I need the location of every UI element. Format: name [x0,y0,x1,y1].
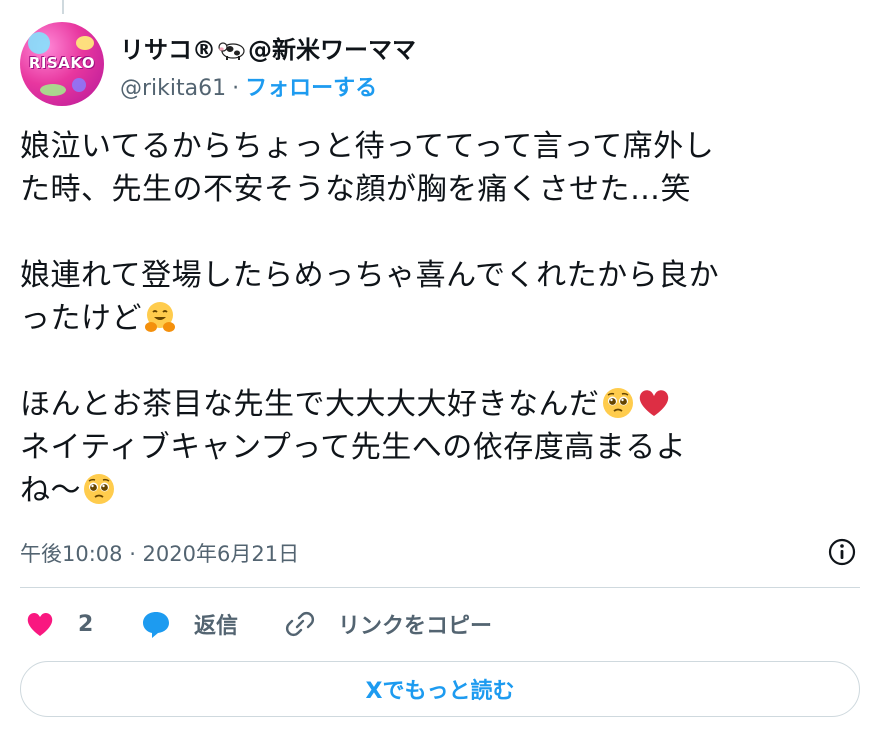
tweet-line: ね〜 [20,473,81,508]
cow-icon [218,42,245,60]
tweet-line: 娘連れて登場したらめっちゃ喜んでくれたから良か [20,258,720,293]
reply-label: 返信 [194,614,239,639]
tweet-line: 娘泣いてるからちょっと待っててって言って席外し [20,129,715,164]
like-button[interactable]: 2 [24,604,93,644]
like-count: 2 [78,611,94,637]
thread-connector-line [62,0,64,14]
display-name-suffix: @新米ワーママ [248,36,416,64]
display-name-prefix: リサコ® [120,36,216,64]
avatar[interactable]: RISAKO [20,22,104,106]
handle-row: @rikita61 · フォローする [120,70,377,102]
reply-button[interactable]: 返信 [140,604,238,644]
copy-link-button[interactable]: リンクをコピー [284,604,492,644]
tweet-timestamp[interactable]: 午後10:08 · 2020年6月21日 [20,538,299,568]
pleading-face-emoji [602,388,633,418]
copy-link-label: リンクをコピー [338,614,493,639]
divider [20,587,860,588]
avatar-logo-text: RISAKO [28,54,96,72]
tweet-line: ネイティブキャンプって先生への依存度高まるよ [20,430,687,465]
read-more-button[interactable]: Xでもっと読む [20,661,860,717]
pleading-face-emoji [84,474,114,504]
red-heart-emoji [639,390,668,416]
tweet-text: 娘泣いてるからちょっと待っててって言って席外し た時、先生の不安そうな顔が胸を痛… [20,125,860,512]
info-icon[interactable] [826,536,858,568]
tweet-line: ったけど [20,301,142,336]
author-handle[interactable]: @rikita61 [120,76,226,101]
follow-button[interactable]: フォローする [245,76,377,101]
reply-bubble-icon [143,612,169,638]
link-icon [285,611,315,637]
author-display-name[interactable]: リサコ® @新米ワーママ [120,30,416,65]
tweet-line: た時、先生の不安そうな顔が胸を痛くさせた…笑 [20,172,691,207]
tweet-meta: 午後10:08 · 2020年6月21日 [20,536,860,568]
tweet-header: RISAKO リサコ® @新米ワーママ @rikita61 · フォローする [20,20,860,110]
tweet-line: ほんとお茶目な先生で大大大大好きなんだ [20,387,600,422]
hugging-face-emoji [145,302,175,332]
heart-icon [27,613,53,636]
separator-dot: · [232,76,240,101]
tweet-actions: 2 返信 リンクをコピー [20,604,860,644]
